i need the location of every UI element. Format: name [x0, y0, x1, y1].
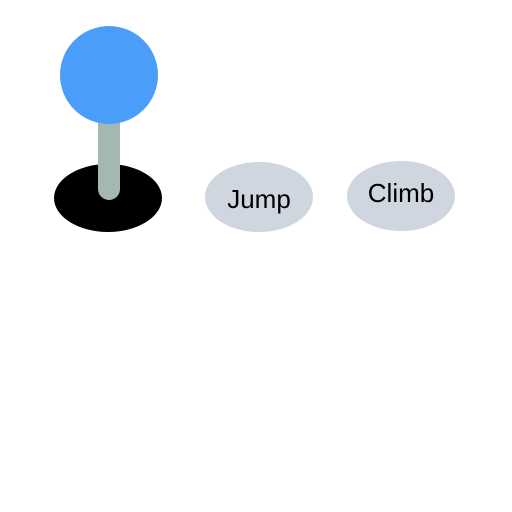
joystick-shaft [98, 114, 120, 200]
joystick[interactable] [54, 26, 162, 232]
joystick-knob[interactable] [60, 26, 158, 124]
jump-button[interactable]: Jump [205, 162, 313, 232]
jump-button-label: Jump [227, 183, 291, 214]
game-controls-canvas: Jump Climb [0, 0, 512, 512]
climb-button[interactable]: Climb [347, 161, 455, 231]
climb-button-label: Climb [367, 177, 435, 208]
